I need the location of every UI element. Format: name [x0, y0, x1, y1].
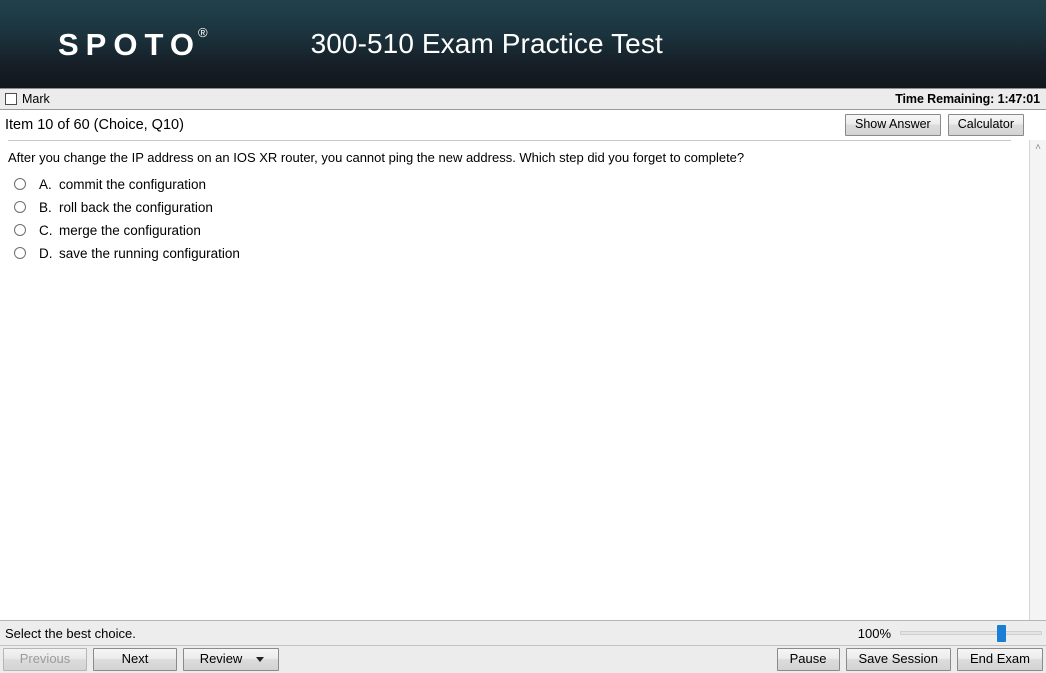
pause-button[interactable]: Pause — [776, 647, 840, 672]
option-text-c: merge the configuration — [59, 222, 201, 238]
mark-checkbox-group[interactable]: Mark — [5, 92, 50, 106]
navigation-bar: Previous Next Review Pause Save Session … — [0, 646, 1046, 673]
item-header-bar: Item 10 of 60 (Choice, Q10) Show Answer … — [0, 110, 1046, 140]
vertical-scrollbar[interactable]: ˄ — [1029, 140, 1046, 620]
instruction-text: Select the best choice. — [5, 625, 136, 641]
registered-trademark-icon: ® — [197, 25, 208, 41]
mark-label: Mark — [22, 92, 50, 106]
radio-button-c[interactable] — [14, 224, 26, 237]
answer-option-a[interactable]: A. commit the configuration — [5, 177, 1019, 192]
zoom-slider-thumb[interactable] — [996, 625, 1006, 642]
calculator-button[interactable]: Calculator — [947, 114, 1024, 136]
navigation-left-group: Previous Next Review — [3, 647, 279, 672]
zoom-controls: 100% — [857, 625, 1042, 642]
option-letter-a: A. — [39, 176, 52, 192]
radio-button-b[interactable] — [14, 201, 26, 214]
zoom-slider-track[interactable] — [900, 631, 1042, 635]
status-bar: Select the best choice. 100% — [0, 620, 1046, 646]
previous-button[interactable]: Previous — [3, 647, 87, 672]
next-button[interactable]: Next — [93, 647, 177, 672]
option-text-a: commit the configuration — [59, 176, 207, 192]
option-letter-b: B. — [39, 199, 52, 215]
app-header: SPOTO® 300-510 Exam Practice Test — [0, 0, 1046, 88]
review-label: Review — [199, 650, 243, 666]
answer-option-d[interactable]: D. save the running configuration — [5, 246, 1019, 261]
option-letter-d: D. — [39, 245, 53, 261]
logo-text: SPOTO — [58, 26, 201, 62]
spoto-logo: SPOTO® — [58, 26, 211, 62]
end-exam-button[interactable]: End Exam — [957, 647, 1043, 672]
answer-option-b[interactable]: B. roll back the configuration — [5, 200, 1019, 215]
item-actions: Show Answer Calculator — [844, 114, 1024, 136]
exam-application: SPOTO® 300-510 Exam Practice Test Mark T… — [0, 0, 1046, 673]
show-answer-button[interactable]: Show Answer — [844, 114, 941, 136]
zoom-level-label: 100% — [857, 625, 891, 641]
page-title: 300-510 Exam Practice Test — [310, 28, 663, 59]
item-counter-label: Item 10 of 60 (Choice, Q10) — [5, 117, 184, 133]
save-session-button[interactable]: Save Session — [845, 647, 952, 672]
answer-option-c[interactable]: C. merge the configuration — [5, 223, 1019, 238]
review-dropdown-button[interactable]: Review — [183, 647, 279, 672]
radio-button-d[interactable] — [14, 247, 26, 260]
time-remaining: Time Remaining: 1:47:01 — [895, 92, 1040, 106]
question-area: After you change the IP address on an IO… — [0, 140, 1046, 620]
navigation-right-group: Pause Save Session End Exam — [776, 647, 1043, 672]
question-text: After you change the IP address on an IO… — [8, 150, 745, 165]
zoom-slider[interactable] — [900, 625, 1042, 642]
mark-bar: Mark Time Remaining: 1:47:01 — [0, 88, 1046, 110]
content-divider — [8, 140, 1011, 141]
scroll-up-arrow-icon[interactable]: ˄ — [1030, 142, 1046, 153]
option-letter-c: C. — [39, 222, 53, 238]
question-content: After you change the IP address on an IO… — [0, 140, 1029, 620]
radio-button-a[interactable] — [14, 178, 26, 191]
mark-checkbox[interactable] — [5, 93, 17, 105]
chevron-down-icon — [256, 656, 265, 662]
answer-options-list: A. commit the configuration B. roll back… — [5, 177, 1019, 261]
option-text-b: roll back the configuration — [59, 199, 213, 215]
option-text-d: save the running configuration — [59, 245, 240, 261]
